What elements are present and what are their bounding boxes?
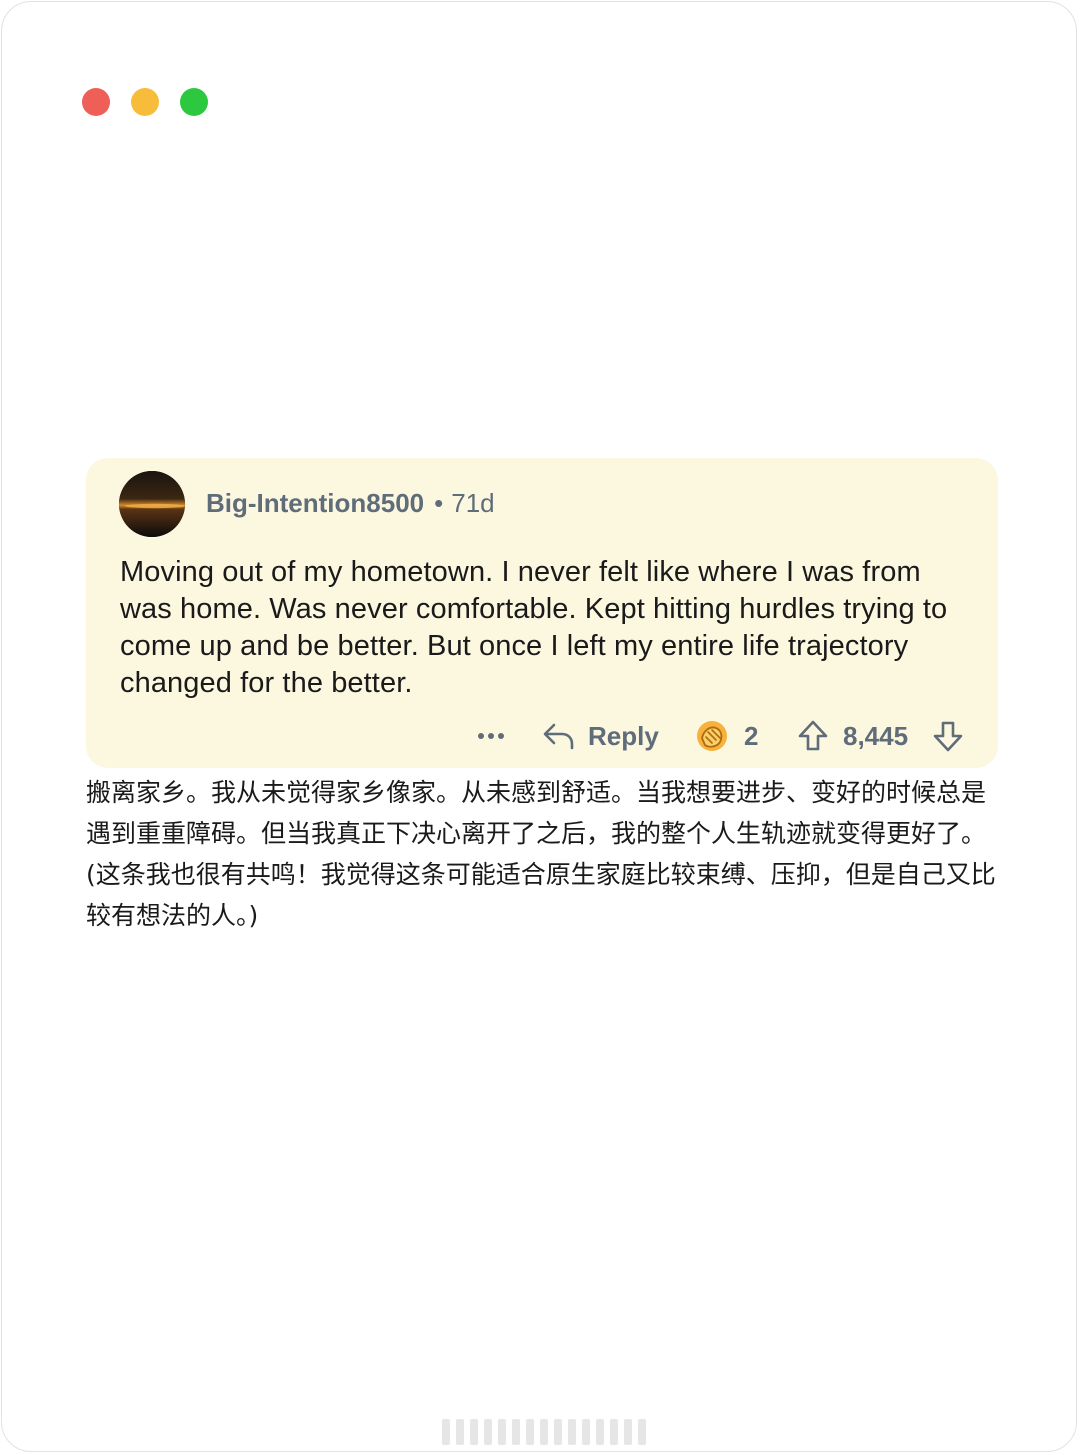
minimize-window-button[interactable] — [131, 88, 159, 116]
comment-body: Moving out of my hometown. I never felt … — [120, 556, 948, 699]
translation-note: (这条我也很有共鸣！我觉得这条可能适合原生家庭比较束缚、压抑，但是自己又比较有想… — [86, 860, 996, 930]
reply-button[interactable]: Reply — [542, 721, 659, 752]
translation-text: 搬离家乡。我从未觉得家乡像家。从未感到舒适。当我想要进步、变好的时候总是遇到重重… — [86, 772, 996, 936]
avatar-image — [119, 471, 185, 537]
downvote-button[interactable] — [931, 719, 965, 753]
reply-arrow-icon — [543, 723, 574, 750]
comment-actions: Reply 2 8,445 — [86, 716, 998, 756]
upvote-button[interactable] — [796, 719, 830, 753]
more-dots-icon — [478, 733, 504, 739]
maximize-window-button[interactable] — [180, 88, 208, 116]
translation-paragraph: 搬离家乡。我从未觉得家乡像家。从未感到舒适。当我想要进步、变好的时候总是遇到重重… — [86, 778, 987, 848]
meta-separator: • — [434, 488, 444, 518]
downvote-arrow-icon — [933, 721, 963, 752]
award-button[interactable]: 2 — [694, 718, 758, 754]
comment-meta: Big-Intention8500 • 71d — [206, 488, 495, 519]
close-window-button[interactable] — [82, 88, 110, 116]
watermark-bar — [442, 1417, 647, 1447]
reply-label: Reply — [588, 720, 659, 751]
window-frame: Big-Intention8500 • 71d Moving out of my h… — [1, 1, 1077, 1452]
username-link[interactable]: Big-Intention8500 — [206, 488, 424, 518]
vote-count: 8,445 — [843, 720, 909, 751]
comment-card: Big-Intention8500 • 71d Moving out of my h… — [86, 458, 998, 768]
comment-age: 71d — [451, 488, 495, 518]
award-count: 2 — [744, 720, 759, 751]
upvote-arrow-icon — [798, 720, 828, 751]
more-options-button[interactable] — [476, 731, 506, 741]
helpful-award-icon — [697, 721, 727, 751]
avatar[interactable] — [119, 471, 185, 537]
